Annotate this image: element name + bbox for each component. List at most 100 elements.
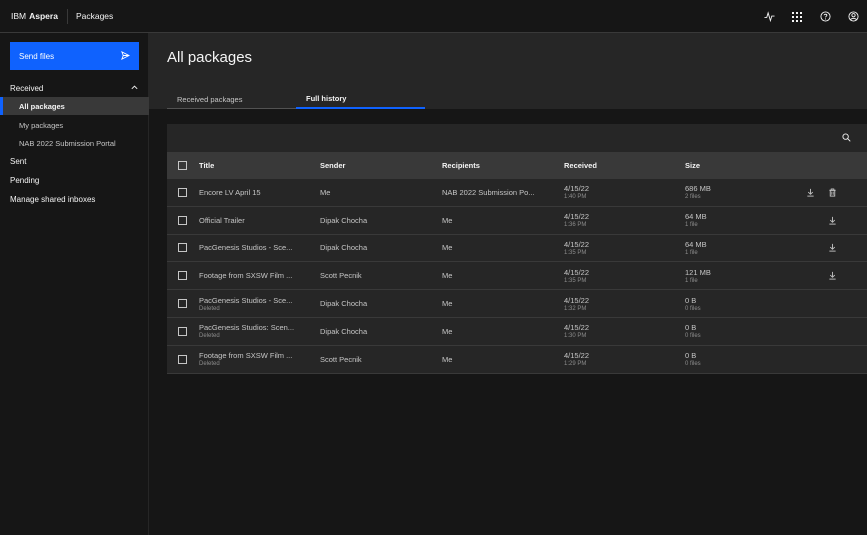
- sender-name: Dipak Chocha: [320, 326, 368, 336]
- nav-manage-shared-inboxes[interactable]: Manage shared inboxes: [0, 190, 149, 208]
- sender-cell: Scott Pecnik: [320, 262, 430, 289]
- chevron-up-icon: [130, 83, 139, 94]
- received-date: 4/15/22: [564, 267, 590, 277]
- recipients-cell: Me: [442, 235, 554, 262]
- sender-cell: Scott Pecnik: [320, 346, 430, 373]
- size-value: 121 MB: [685, 267, 711, 277]
- nav-item-nab-portal[interactable]: NAB 2022 Submission Portal: [0, 134, 149, 152]
- recipients-value: Me: [442, 271, 453, 281]
- nav-item-my-packages[interactable]: My packages: [0, 116, 149, 134]
- nav-sent[interactable]: Sent: [0, 152, 149, 170]
- received-cell: 4/15/22 1:35 PM: [564, 262, 674, 289]
- brand-ibm: IBM: [11, 11, 27, 21]
- column-header-title[interactable]: Title: [199, 152, 303, 179]
- received-date: 4/15/22: [564, 184, 590, 194]
- tab-full-history[interactable]: Full history: [296, 90, 425, 109]
- row-checkbox[interactable]: [178, 215, 187, 225]
- received-time: 1:32 PM: [564, 305, 587, 312]
- nav-item-label: NAB 2022 Submission Portal: [19, 138, 116, 148]
- package-title[interactable]: PacGenesis Studios: Scen...: [199, 323, 303, 332]
- search-icon[interactable]: [842, 132, 851, 144]
- download-icon[interactable]: [825, 262, 839, 289]
- row-checkbox[interactable]: [178, 187, 187, 197]
- table-row[interactable]: PacGenesis Studios - Sce... Dipak Chocha M…: [167, 234, 867, 263]
- nav-item-all-packages[interactable]: All packages: [0, 97, 149, 115]
- column-header-sender[interactable]: Sender: [320, 152, 430, 179]
- received-time: 1:29 PM: [564, 361, 587, 368]
- size-value: 0 B: [685, 295, 697, 305]
- size-value: 0 B: [685, 351, 697, 361]
- package-status: Deleted: [199, 305, 220, 312]
- tab-label: Full history: [306, 94, 347, 103]
- activity-icon[interactable]: [755, 0, 783, 33]
- column-header-received[interactable]: Received: [564, 152, 674, 179]
- received-date: 4/15/22: [564, 295, 590, 305]
- size-cell: 121 MB 1 file: [685, 262, 795, 289]
- row-select-cell: [178, 179, 190, 206]
- download-icon[interactable]: [803, 179, 817, 206]
- table-row[interactable]: Footage from SXSW Film ... Deleted Scott P…: [167, 345, 867, 374]
- tab-received-packages[interactable]: Received packages: [167, 90, 296, 109]
- package-title[interactable]: Footage from SXSW Film ...: [199, 271, 303, 280]
- sender-cell: Dipak Chocha: [320, 207, 430, 234]
- received-time: 1:36 PM: [564, 222, 587, 229]
- help-icon[interactable]: [811, 0, 839, 33]
- sender-name: Dipak Chocha: [320, 299, 368, 309]
- recipients-value: NAB 2022 Submission Po...: [442, 187, 535, 197]
- nav-pending[interactable]: Pending: [0, 171, 149, 189]
- delete-icon[interactable]: [825, 179, 839, 206]
- received-cell: 4/15/22 1:35 PM: [564, 235, 674, 262]
- title-cell: PacGenesis Studios - Sce... Deleted: [199, 290, 303, 317]
- nav-item-label: All packages: [19, 101, 65, 111]
- main-area: All packages Received packages Full hist…: [149, 33, 867, 535]
- column-header-size[interactable]: Size: [685, 152, 795, 179]
- packages-table: Title Sender Recipients Received Size En…: [167, 124, 867, 374]
- size-value: 64 MB: [685, 239, 707, 249]
- brand-aspera: Aspera: [29, 11, 58, 21]
- table-row[interactable]: Encore LV April 15 Me NAB 2022 Submission …: [167, 179, 867, 207]
- row-checkbox[interactable]: [178, 354, 187, 364]
- size-value: 686 MB: [685, 184, 711, 194]
- row-checkbox[interactable]: [178, 326, 187, 336]
- received-time: 1:35 PM: [564, 277, 587, 284]
- app-name: Packages: [75, 11, 114, 21]
- size-cell: 0 B0 files: [685, 290, 795, 317]
- download-icon[interactable]: [825, 235, 839, 262]
- table-row[interactable]: PacGenesis Studios: Scen... Deleted Dipak …: [167, 317, 867, 346]
- recipients-cell: Me: [442, 207, 554, 234]
- row-checkbox[interactable]: [178, 243, 187, 253]
- brand-logo[interactable]: IBM Aspera: [0, 0, 58, 33]
- received-time: 1:30 PM: [564, 333, 587, 340]
- app-switcher-icon[interactable]: [783, 0, 811, 33]
- row-select-cell: [178, 318, 190, 345]
- send-files-button[interactable]: Send files: [10, 42, 139, 70]
- send-files-label: Send files: [19, 51, 55, 61]
- tab-label: Received packages: [177, 94, 243, 104]
- nav-received[interactable]: Received: [0, 79, 149, 97]
- row-checkbox[interactable]: [178, 299, 187, 309]
- table-row[interactable]: Official Trailer Dipak Chocha Me 4/15/22 1:3…: [167, 206, 867, 235]
- row-checkbox[interactable]: [178, 271, 187, 281]
- select-all-checkbox[interactable]: [178, 161, 187, 170]
- table-row[interactable]: Footage from SXSW Film ... Scott Pecnik Me…: [167, 262, 867, 291]
- header-divider: [66, 8, 68, 24]
- download-icon[interactable]: [825, 207, 839, 234]
- package-title[interactable]: Footage from SXSW Film ...: [199, 351, 303, 360]
- received-time: 1:35 PM: [564, 249, 587, 256]
- package-title[interactable]: PacGenesis Studios - Sce...: [199, 296, 303, 305]
- table-body: Encore LV April 15 Me NAB 2022 Submission …: [167, 179, 867, 374]
- recipients-value: Me: [442, 326, 453, 336]
- column-header-recipients[interactable]: Recipients: [442, 152, 554, 179]
- nav-sent-label: Sent: [10, 156, 27, 166]
- recipients-value: Me: [442, 243, 453, 253]
- user-profile-icon[interactable]: [839, 0, 867, 33]
- table-toolbar: [167, 124, 867, 152]
- package-title[interactable]: Official Trailer: [199, 216, 303, 225]
- table-row[interactable]: PacGenesis Studios - Sce... Deleted Dipak …: [167, 290, 867, 318]
- tab-list: Received packages Full history: [167, 90, 425, 109]
- title-cell: Footage from SXSW Film ... Deleted: [199, 346, 303, 373]
- package-title[interactable]: Encore LV April 15: [199, 188, 303, 197]
- package-title[interactable]: PacGenesis Studios - Sce...: [199, 243, 303, 252]
- table-header-row: Title Sender Recipients Received Size: [167, 152, 867, 179]
- size-cell: 0 B0 files: [685, 318, 795, 345]
